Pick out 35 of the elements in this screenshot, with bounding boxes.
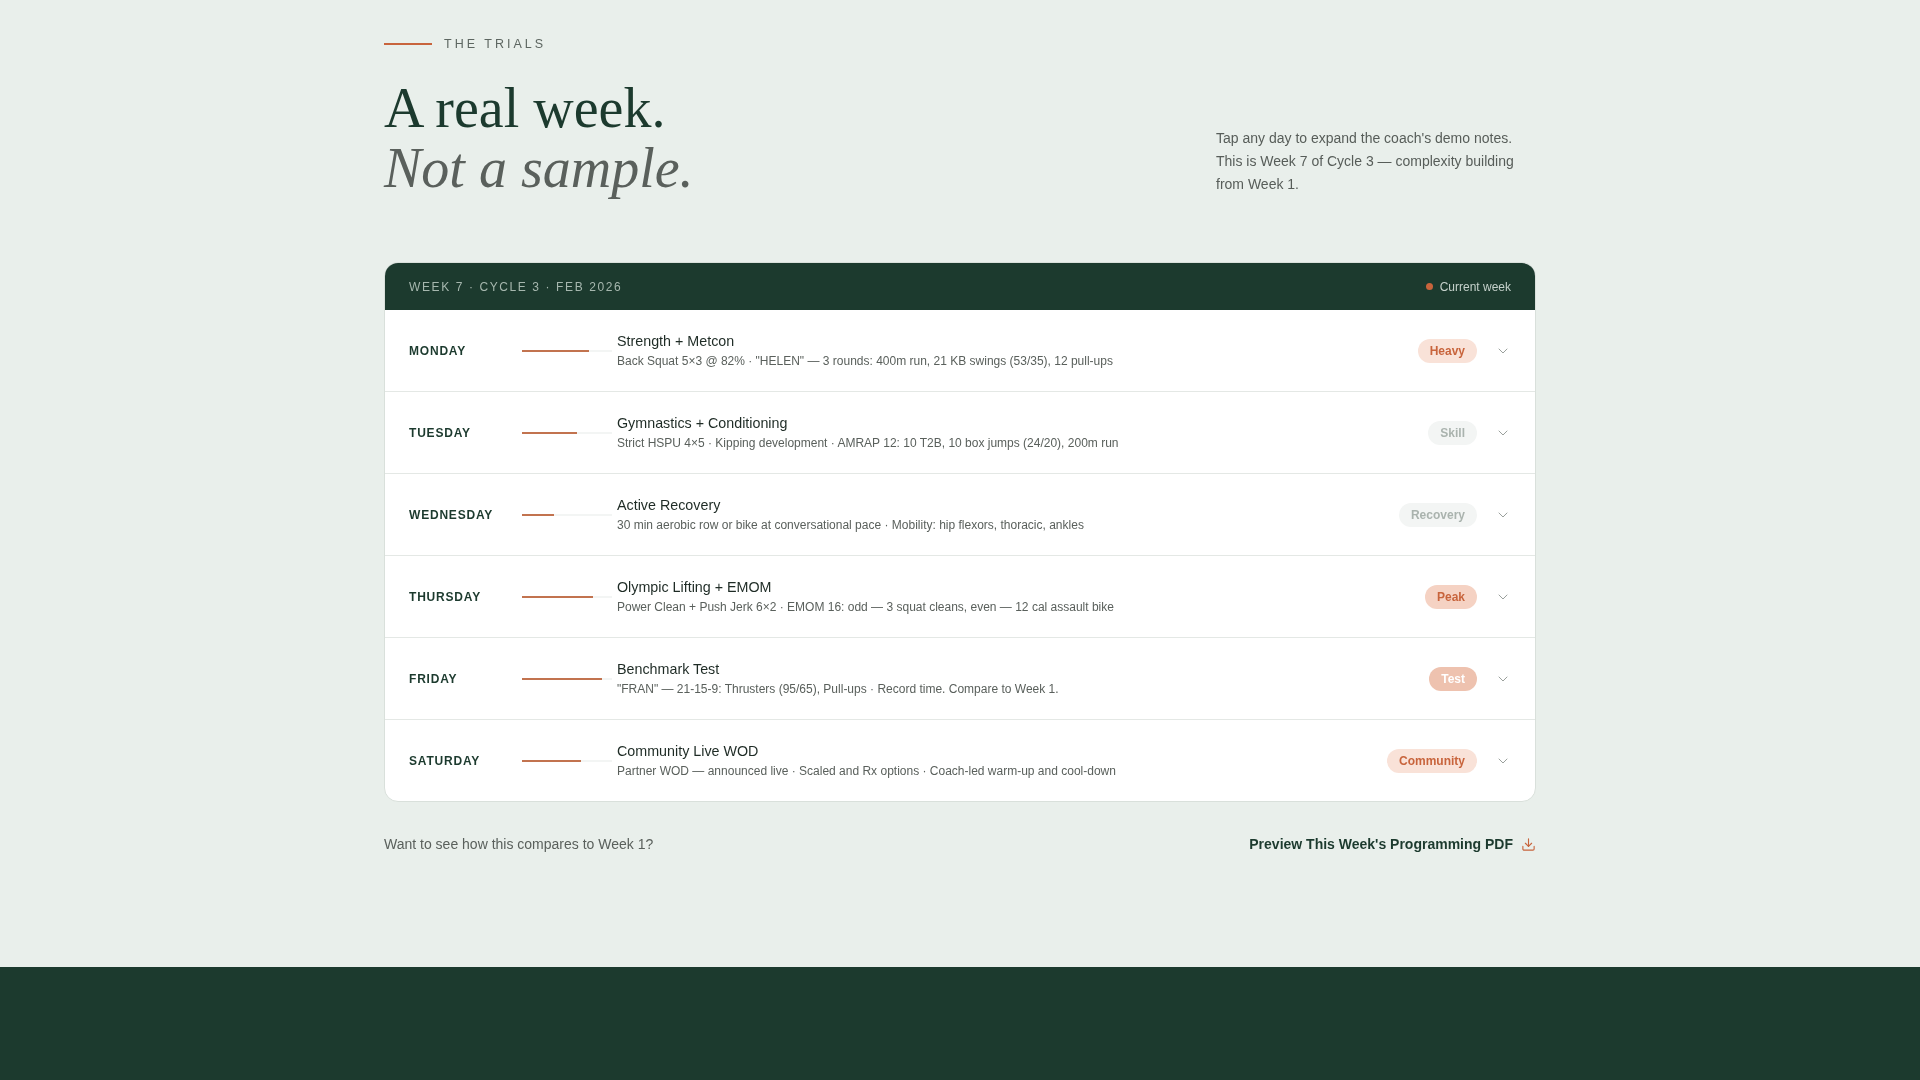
workout-details: Power Clean + Push Jerk 6×2 · EMOM 16: odd — 3 squat cleans, even — 12 cal assault bike: [617, 600, 1115, 614]
day-name: WEDNESDAY: [409, 507, 495, 522]
intensity-tag: Community: [1387, 748, 1477, 773]
intro-text: Tap any day to expand the coach's demo notes. This is Week 7 of Cycle 3 — complexity building from Week 1.: [1216, 129, 1515, 194]
workout-title: Active Recovery: [617, 497, 722, 513]
workout-details: 30 min aerobic row or bike at conversational pace · Mobility: hip flexors, thoracic, ankles: [617, 518, 1085, 532]
day-name: MONDAY: [409, 343, 468, 358]
status-text: Current week: [1439, 279, 1511, 294]
workout-details: Back Squat 5×3 @ 82% · "HELEN" — 3 rounds: 400m run, 21 KB swings (53/35), 12 pull-ups: [617, 354, 1114, 368]
day-name: TUESDAY: [409, 425, 472, 440]
day-name: THURSDAY: [409, 589, 482, 604]
intensity-tag: Peak: [1424, 584, 1477, 609]
headline: A real week.: [384, 78, 667, 138]
download-icon: [1521, 836, 1536, 852]
pdf-preview-link[interactable]: Preview This Week's Programming PDF: [1249, 836, 1536, 852]
workout-details: Strict HSPU 4×5 · Kipping development · AMRAP 12: 10 T2B, 10 box jumps (24/20), 200m run: [617, 436, 1120, 450]
week-label: WEEK 7 · CYCLE 3 · FEB 2026: [409, 279, 623, 294]
day-name: SATURDAY: [409, 753, 482, 768]
headline-subline: Not a sample.: [384, 138, 694, 198]
compare-question: Want to see how this compares to Week 1?: [384, 836, 654, 852]
accent-line: [384, 43, 432, 45]
workout-title: Gymnastics + Conditioning: [617, 415, 789, 431]
eyebrow-label: THE TRIALS: [444, 37, 546, 51]
workout-details: Partner WOD — announced live · Scaled and Rx options · Coach-led warm-up and cool-down: [617, 764, 1117, 778]
intensity-tag: Test: [1429, 666, 1477, 691]
status-dot-icon: [1425, 283, 1433, 290]
intensity-tag: Skill: [1428, 420, 1477, 445]
day-name: FRIDAY: [409, 671, 459, 686]
workout-title: Strength + Metcon: [617, 333, 736, 349]
workout-title: Benchmark Test: [617, 661, 721, 677]
workout-details: "FRAN" — 21-15-9: Thrusters (95/65), Pull-ups · Record time. Compare to Week 1.: [617, 682, 1060, 696]
intensity-tag: Heavy: [1417, 338, 1477, 363]
workout-title: Olympic Lifting + EMOM: [617, 579, 773, 595]
intensity-tag: Recovery: [1398, 502, 1477, 527]
workout-title: Community Live WOD: [617, 743, 760, 759]
